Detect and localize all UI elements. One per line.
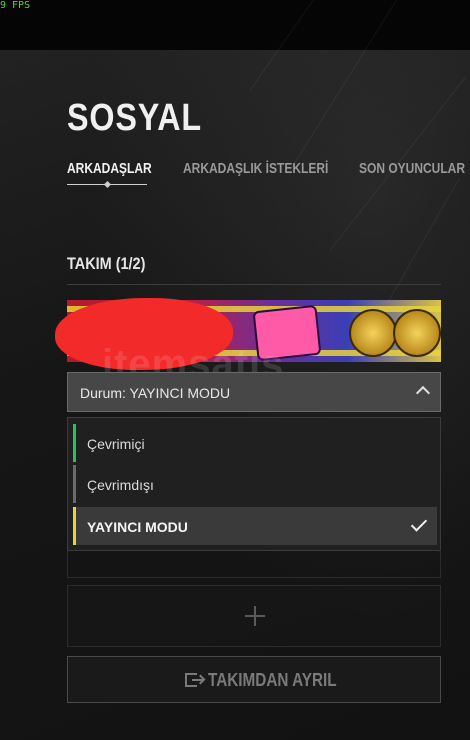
status-options-menu: Çevrimiçi Çevrimdışı YAYINCI MODU bbox=[67, 417, 441, 551]
status-current-value: Durum: YAYINCI MODU bbox=[80, 385, 231, 401]
emblem-icon bbox=[393, 309, 441, 357]
fps-counter: 9 FPS bbox=[0, 0, 31, 11]
offline-indicator bbox=[73, 465, 76, 503]
tab-recent-players[interactable]: SON OYUNCULAR bbox=[359, 160, 465, 177]
plus-icon bbox=[245, 606, 265, 626]
team-slot-placeholder bbox=[67, 550, 441, 578]
chevron-up-icon bbox=[415, 385, 431, 401]
emblem-icon bbox=[349, 309, 397, 357]
leave-team-button[interactable]: TAKIMDAN AYRIL bbox=[67, 656, 441, 703]
tab-friends[interactable]: ARKADAŞLAR bbox=[67, 160, 152, 177]
status-dropdown[interactable]: Durum: YAYINCI MODU bbox=[67, 372, 441, 412]
add-team-member-button[interactable] bbox=[67, 585, 441, 647]
online-indicator bbox=[73, 424, 76, 462]
leave-team-label: TAKIMDAN AYRIL bbox=[208, 670, 337, 690]
streamer-indicator bbox=[73, 507, 76, 545]
status-option-streamer-mode[interactable]: YAYINCI MODU bbox=[73, 507, 437, 545]
page-title: SOSYAL bbox=[67, 97, 202, 139]
section-divider bbox=[67, 284, 441, 285]
tab-friend-requests[interactable]: ARKADAŞLIK İSTEKLERİ bbox=[183, 160, 328, 177]
status-option-offline[interactable]: Çevrimdışı bbox=[73, 465, 437, 503]
checkmark-icon bbox=[410, 515, 428, 532]
status-option-online[interactable]: Çevrimiçi bbox=[73, 424, 437, 462]
top-bar: 9 FPS bbox=[0, 0, 470, 50]
team-heading: TAKIM (1/2) bbox=[67, 254, 146, 273]
